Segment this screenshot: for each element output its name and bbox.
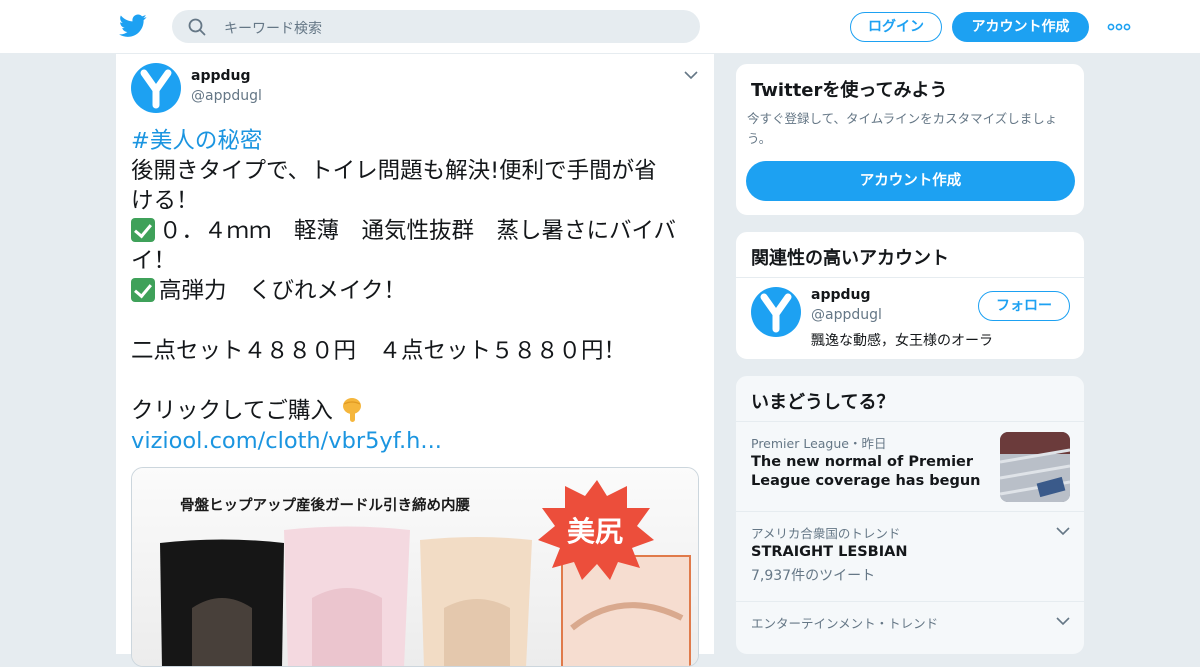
avatar-y-logo-icon (760, 293, 792, 333)
login-button[interactable]: ログイン (850, 12, 942, 42)
trend-category: Premier League・昨日 (751, 436, 887, 451)
tweet-line: 二点セット４８８０円 ４点セット５８８０円！ (131, 338, 627, 364)
account-name[interactable]: appdug (811, 287, 871, 303)
signup-card-subtitle: 今すぐ登録して、タイムラインをカスタマイズしましょう。 (747, 111, 1058, 146)
tweet-line: 後開きタイプで、トイレ問題も解決!便利で手間が省 (131, 158, 657, 184)
hashtag-link[interactable]: #美人の秘密 (131, 128, 262, 154)
chevron-down-icon[interactable] (684, 70, 698, 80)
tweet-line: 高弾力 くびれメイク！ (159, 278, 407, 304)
trends-title: いまどうしてる？ (751, 392, 895, 413)
signup-button[interactable]: アカウント作成 (952, 12, 1089, 42)
tweet-line: イ！ (131, 248, 177, 274)
signup-card-title: Twitterを使ってみよう (751, 80, 948, 101)
avatar[interactable] (751, 287, 801, 337)
account-bio: 飄逸な動感，女王様のオーラ (811, 333, 993, 349)
signup-card: Twitterを使ってみよう 今すぐ登録して、タイムラインをカスタマイズしましょ… (735, 63, 1085, 216)
media-badge: 美尻 (567, 515, 624, 548)
search-input[interactable]: キーワード検索 (172, 10, 700, 43)
avatar[interactable] (131, 63, 181, 113)
check-mark-icon (131, 218, 155, 242)
trends-card: いまどうしてる？ Premier League・昨日 The new norma… (735, 375, 1085, 655)
tweet-line: ０．４ｍｍ 軽薄 通気性抜群 蒸し暑さにバイバ (159, 218, 677, 244)
trend-category: アメリカ合衆国のトレンド (751, 526, 901, 541)
chevron-down-icon[interactable] (1056, 526, 1070, 536)
trend-item[interactable]: Premier League・昨日 The new normal of Prem… (736, 421, 1084, 511)
twitter-bird-icon[interactable] (119, 13, 147, 39)
trend-tweet-count: 7,937件のツイート (751, 568, 876, 584)
author-name[interactable]: appdug (191, 68, 251, 84)
stadium-photo (1000, 432, 1070, 502)
chevron-down-icon[interactable] (1056, 616, 1070, 626)
trend-thumbnail (1000, 432, 1070, 502)
related-accounts-title: 関連性の高いアカウント (751, 248, 949, 269)
avatar-y-logo-icon (140, 69, 172, 109)
trend-category: エンターテインメント・トレンド (751, 616, 939, 631)
related-accounts-card: 関連性の高いアカウント appdug @appdugl 飄逸な動感，女王様のオー… (735, 231, 1085, 360)
trend-title: The new normal of Premier League coverag… (751, 454, 981, 489)
tweet-line: クリックしてご購入 (131, 398, 333, 424)
trend-item[interactable]: エンターテインメント・トレンド (736, 601, 1084, 661)
trend-title: STRAIGHT LESBIAN (751, 544, 908, 560)
check-mark-icon (131, 278, 155, 302)
search-placeholder: キーワード検索 (224, 21, 322, 37)
create-account-button[interactable]: アカウント作成 (746, 161, 1075, 201)
tweet-card: appdug @appdugl #美人の秘密 後開きタイプで、トイレ問題も解決!… (115, 54, 715, 667)
follow-button[interactable]: フォロー (978, 291, 1070, 321)
divider (736, 277, 1084, 278)
search-icon (188, 18, 206, 36)
tweet-media-image[interactable]: 骨盤ヒップアップ産後ガードル引き締め内腰 美尻 (131, 467, 699, 667)
media-caption: 骨盤ヒップアップ産後ガードル引き締め内腰 (180, 498, 470, 514)
author-handle[interactable]: @appdugl (191, 88, 262, 104)
trend-item[interactable]: アメリカ合衆国のトレンド STRAIGHT LESBIAN 7,937件のツイー… (736, 511, 1084, 601)
account-handle[interactable]: @appdugl (811, 307, 882, 323)
tweet-link[interactable]: viziool.com/cloth/vbr5yf.h... (131, 428, 442, 454)
more-options-icon[interactable] (1107, 23, 1131, 31)
pointing-down-hand-icon (342, 398, 361, 422)
tweet-line: ける！ (131, 188, 199, 214)
top-navigation-bar: キーワード検索 ログイン アカウント作成 (0, 0, 1200, 54)
tweet-text: #美人の秘密 後開きタイプで、トイレ問題も解決!便利で手間が省 ける！ ０．４ｍ… (131, 126, 706, 456)
